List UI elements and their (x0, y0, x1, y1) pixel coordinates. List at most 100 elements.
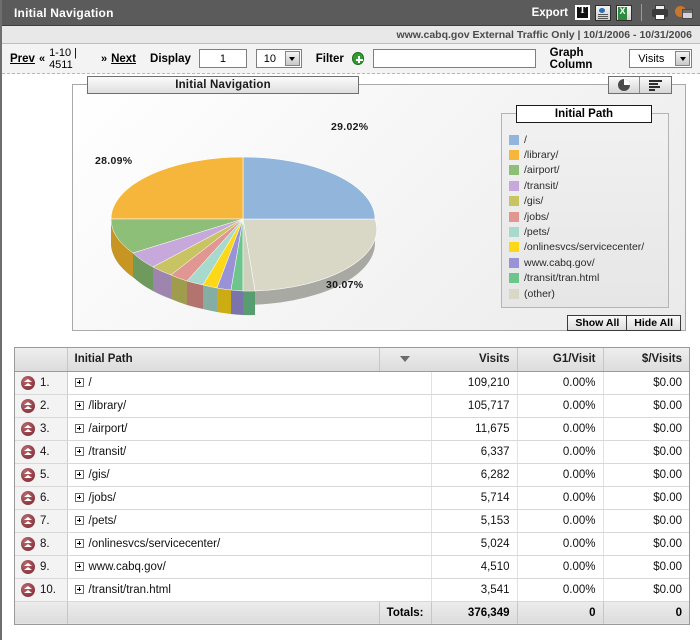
row-path-label[interactable]: /library/ (89, 400, 127, 412)
legend-item-label: www.cabq.gov/ (524, 256, 595, 269)
legend-title: Initial Path (516, 105, 652, 123)
row-visits-cell: 6,282 (431, 463, 518, 487)
next-chevron-icon[interactable]: » (101, 53, 107, 65)
table-row: 10. /transit/tran.html 3,541 0.00% $0.00 (15, 578, 689, 602)
row-rank-cell: 4. (15, 440, 68, 464)
table-row: 5. /gis/6,282 0.00% $0.00 (15, 463, 689, 487)
next-link[interactable]: Next (111, 53, 136, 65)
totals-visits: 376,349 (431, 600, 518, 624)
row-path-label[interactable]: /jobs/ (89, 492, 117, 504)
row-rank-number: 10. (40, 583, 56, 596)
chevron-down-icon[interactable] (675, 51, 690, 66)
table-row: 8. /onlinesvcs/servicecenter/5,024 0.00% $0… (15, 532, 689, 556)
table-row: 6. /jobs/5,714 0.00% $0.00 (15, 486, 689, 510)
display-label: Display (150, 52, 191, 65)
pie-label-root: 29.02% (331, 121, 369, 133)
column-header-g1-visit[interactable]: G1/Visit (517, 348, 604, 372)
legend-item[interactable]: (other) (509, 286, 668, 301)
hide-all-button[interactable]: Hide All (626, 315, 681, 331)
row-path-label[interactable]: /transit/ (89, 446, 127, 458)
column-header-visits[interactable]: Visits (431, 348, 518, 372)
column-header-rank[interactable] (15, 348, 68, 372)
drill-up-icon[interactable] (21, 421, 35, 436)
expand-icon[interactable] (74, 377, 84, 387)
legend-item[interactable]: /onlinesvcs/servicecenter/ (509, 240, 668, 255)
legend-item[interactable]: www.cabq.gov/ (509, 255, 668, 270)
excel-export-icon[interactable] (616, 4, 632, 21)
row-path-label[interactable]: / (89, 377, 92, 389)
legend-item-label: /jobs/ (524, 210, 550, 223)
row-path-label[interactable]: www.cabq.gov/ (89, 561, 166, 573)
expand-icon[interactable] (74, 423, 84, 433)
page-size-value: 10 (263, 52, 276, 65)
display-page-input[interactable] (198, 49, 247, 68)
drill-up-icon[interactable] (21, 444, 35, 459)
chevron-down-icon[interactable] (284, 51, 300, 66)
expand-icon[interactable] (74, 469, 84, 479)
row-rank-number: 3. (40, 422, 50, 435)
chart-panel: Initial Navigation 29.02% 28.09% 30.07% … (72, 76, 686, 331)
legend-item[interactable]: /transit/tran.html (509, 271, 668, 286)
legend-item-label: /transit/ (524, 179, 559, 192)
chart-legend: Initial Path / /library/ /airport/ /transit… (501, 105, 669, 308)
column-header-dollar-visits[interactable]: $/Visits (603, 348, 689, 372)
row-visits-cell: 5,714 (431, 486, 518, 510)
show-all-button[interactable]: Show All (567, 315, 628, 331)
prev-chevron-icon[interactable]: « (39, 53, 45, 65)
pie-chart-view-button[interactable] (609, 77, 640, 93)
drill-up-icon[interactable] (21, 513, 35, 528)
drill-up-icon[interactable] (21, 490, 35, 505)
word-export-icon[interactable] (595, 4, 611, 21)
filter-input[interactable] (372, 49, 536, 68)
row-path-label[interactable]: /onlinesvcs/servicecenter/ (89, 538, 221, 550)
prev-link[interactable]: Prev (10, 53, 35, 65)
column-header-initial-path[interactable]: Initial Path (67, 348, 380, 372)
row-path-label[interactable]: /gis/ (89, 469, 110, 481)
table-header-row: Initial Path Visits G1/Visit $/Visits (15, 348, 689, 372)
column-sort-indicator[interactable] (379, 348, 431, 372)
expand-icon[interactable] (74, 561, 84, 571)
row-path-cell: /airport/ (67, 417, 432, 441)
legend-item[interactable]: /gis/ (509, 194, 668, 209)
expand-icon[interactable] (74, 538, 84, 548)
legend-item[interactable]: /pets/ (509, 224, 668, 239)
page-size-select[interactable]: 10 (255, 49, 302, 68)
chart-title-tab: Initial Navigation (87, 76, 359, 94)
drill-up-icon[interactable] (21, 375, 35, 390)
print-icon[interactable] (651, 4, 670, 21)
help-icon[interactable] (675, 4, 694, 21)
expand-icon[interactable] (74, 492, 84, 502)
add-filter-icon[interactable] (351, 52, 364, 65)
row-path-label[interactable]: /airport/ (89, 423, 128, 435)
graph-column-select[interactable]: Visits (628, 49, 692, 68)
legend-item-label: / (524, 133, 527, 146)
legend-item[interactable]: / (509, 132, 668, 147)
row-dollar-visits-cell: $0.00 (603, 578, 689, 602)
page-range-label: 1-10 | 4511 (49, 46, 77, 71)
text-export-icon[interactable] (575, 5, 590, 20)
totals-dollars: 0 (603, 600, 689, 624)
expand-icon[interactable] (74, 584, 84, 594)
legend-item[interactable]: /library/ (509, 147, 668, 162)
expand-icon[interactable] (74, 400, 84, 410)
drill-up-icon[interactable] (21, 398, 35, 413)
drill-up-icon[interactable] (21, 582, 35, 597)
bar-chart-view-button[interactable] (640, 77, 671, 93)
row-rank-number: 7. (40, 514, 50, 527)
expand-icon[interactable] (74, 515, 84, 525)
row-path-label[interactable]: /transit/tran.html (89, 584, 171, 596)
row-visits-cell: 105,717 (431, 394, 518, 418)
legend-color-swatch (509, 227, 519, 238)
row-rank-cell: 7. (15, 509, 68, 533)
row-path-cell: /jobs/ (67, 486, 432, 510)
table-row: 1. / 109,210 0.00% $0.00 (15, 371, 689, 395)
legend-item[interactable]: /jobs/ (509, 209, 668, 224)
drill-up-icon[interactable] (21, 467, 35, 482)
legend-item[interactable]: /transit/ (509, 178, 668, 193)
legend-color-swatch (509, 196, 519, 207)
expand-icon[interactable] (74, 446, 84, 456)
row-path-label[interactable]: /pets/ (89, 515, 117, 527)
drill-up-icon[interactable] (21, 536, 35, 551)
legend-item[interactable]: /airport/ (509, 163, 668, 178)
drill-up-icon[interactable] (21, 559, 35, 574)
